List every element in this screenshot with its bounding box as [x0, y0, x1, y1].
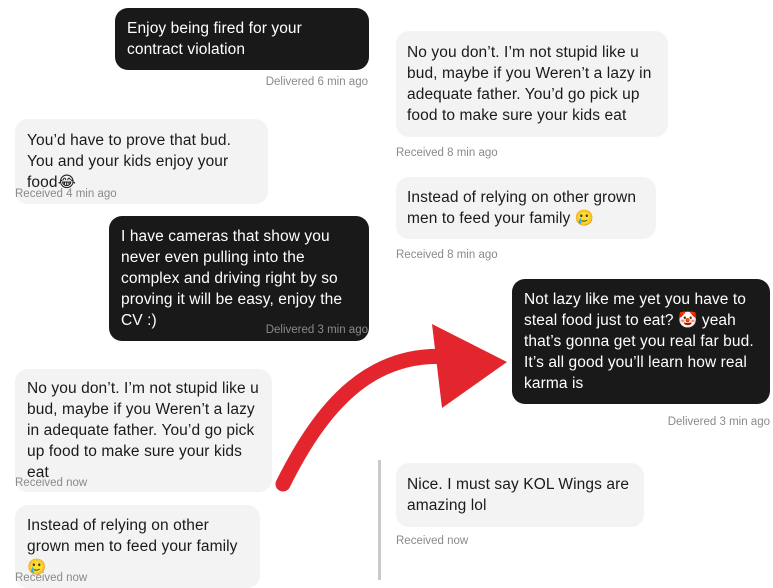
sent-message-contract-violation: Enjoy being fired for your contract viol…: [115, 8, 369, 70]
message-status: Delivered 6 min ago: [265, 76, 368, 88]
message-status: Received now: [15, 572, 88, 584]
sent-message-cameras: I have cameras that show you never even …: [109, 216, 369, 341]
received-message-kol-wings: Nice. I must say KOL Wings are amazing l…: [396, 463, 644, 527]
message-text: I have cameras that show you never even …: [121, 228, 343, 329]
message-status: Received now: [396, 535, 469, 547]
received-message-not-stupid: No you don’t. I’m not stupid like u bud,…: [15, 369, 272, 492]
message-status: Delivered 3 min ago: [667, 416, 770, 428]
received-message-relying: Instead of relying on other grown men to…: [396, 177, 656, 239]
message-text: Nice. I must say KOL Wings are amazing l…: [407, 476, 630, 514]
message-status: Received 8 min ago: [396, 249, 498, 261]
message-text: Instead of relying on other grown men to…: [407, 189, 637, 227]
message-status: Delivered 3 min ago: [265, 324, 368, 336]
message-text: You’d have to prove that bud. You and yo…: [27, 132, 231, 191]
message-status: Received 8 min ago: [396, 147, 498, 159]
message-text: Instead of relying on other grown men to…: [27, 517, 238, 576]
column-divider: [378, 460, 381, 580]
message-text: No you don’t. I’m not stupid like u bud,…: [27, 380, 259, 481]
message-text: No you don’t. I’m not stupid like u bud,…: [407, 44, 652, 124]
message-status: Received 4 min ago: [15, 188, 117, 200]
message-text: Not lazy like me yet you have to steal f…: [524, 291, 754, 392]
message-text: Enjoy being fired for your contract viol…: [127, 20, 302, 58]
received-message-not-stupid: No you don’t. I’m not stupid like u bud,…: [396, 31, 668, 137]
sent-message-not-lazy: Not lazy like me yet you have to steal f…: [512, 279, 770, 404]
message-status: Received now: [15, 477, 88, 489]
